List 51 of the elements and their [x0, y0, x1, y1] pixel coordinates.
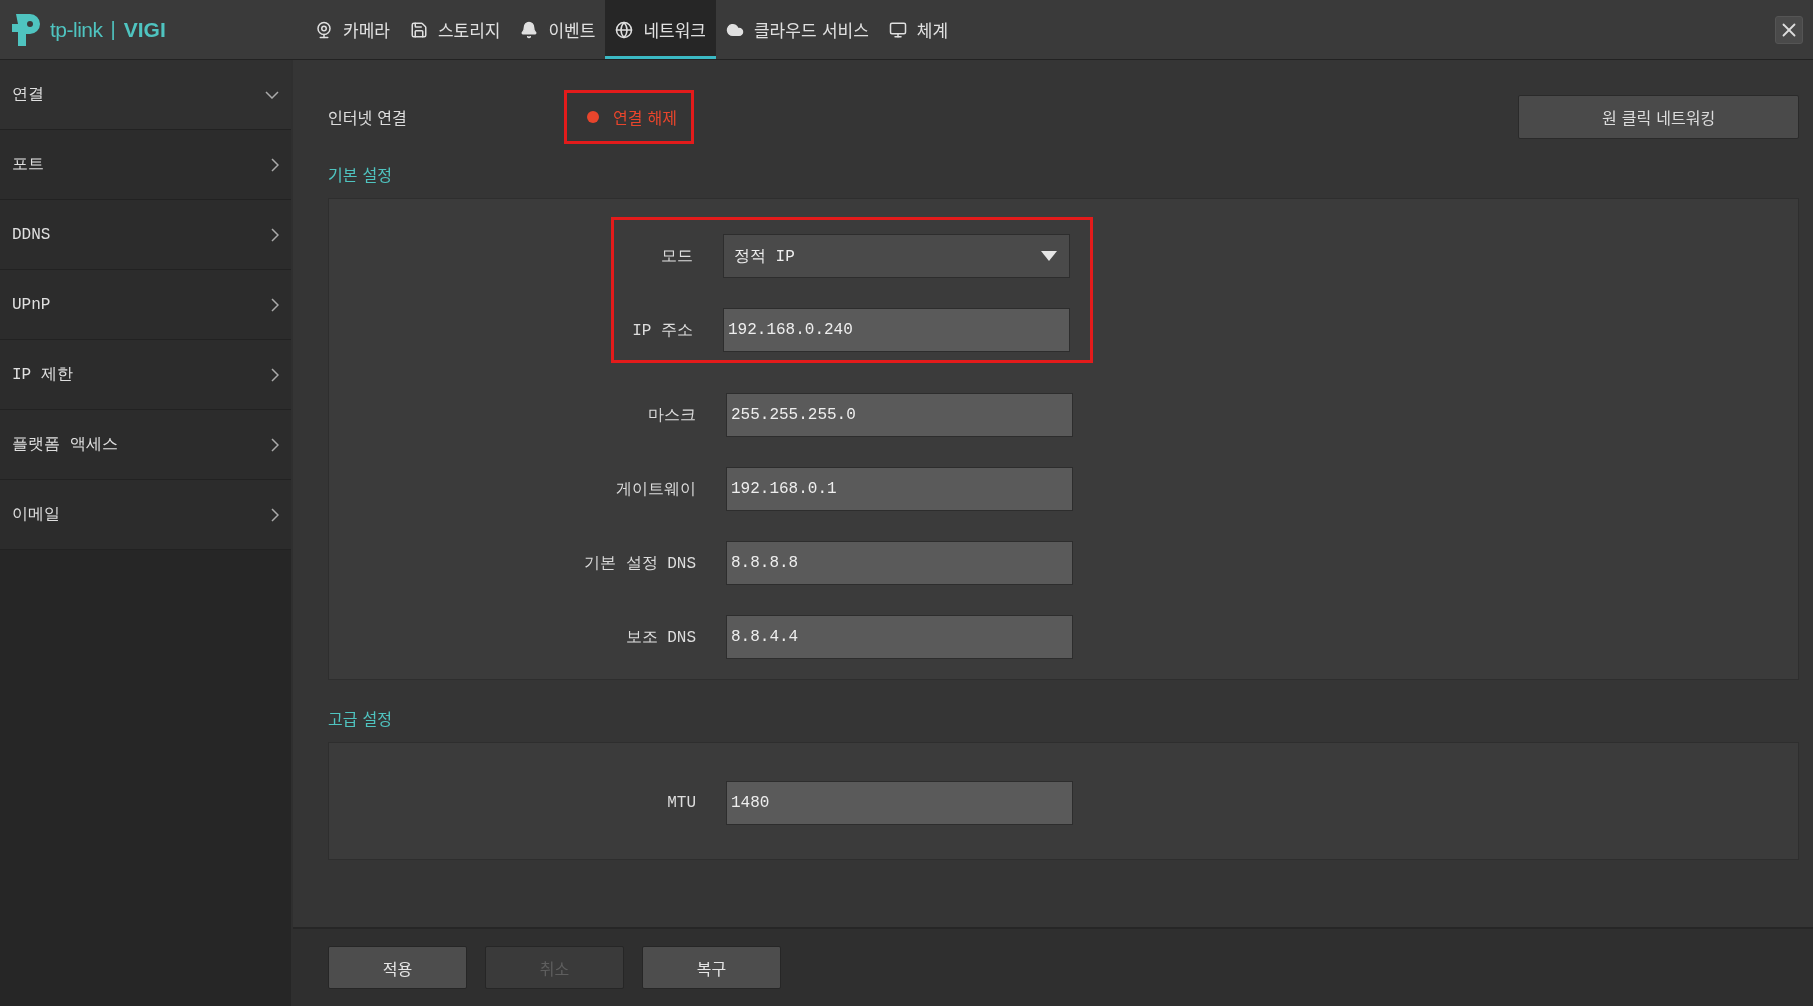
footer-button[interactable]: 적용: [328, 946, 467, 989]
bell-icon: [520, 20, 539, 39]
chevron-right-icon: [271, 157, 279, 172]
sidebar-item[interactable]: 플랫폼 액세스: [0, 410, 291, 480]
nav-tab[interactable]: 카메라: [305, 0, 400, 59]
input-field[interactable]: 8.8.4.4: [726, 615, 1073, 659]
sidebar-item[interactable]: 이메일: [0, 480, 291, 550]
input-field[interactable]: 8.8.8.8: [726, 541, 1073, 585]
section-title: 기본 설정: [328, 165, 393, 186]
footer-button[interactable]: 복구: [642, 946, 781, 989]
internet-connection-label: 인터넷 연결: [328, 108, 408, 129]
sidebar-item[interactable]: DDNS: [0, 200, 291, 270]
field-label: 마스크: [648, 405, 696, 426]
globe-icon: [615, 20, 634, 39]
connection-status: 연결 해제: [613, 108, 677, 129]
monitor-icon: [888, 20, 907, 39]
chevron-right-icon: [271, 297, 279, 312]
section-title: 고급 설정: [328, 709, 393, 730]
nav-tab[interactable]: 네트워크: [605, 0, 716, 59]
sidebar-item[interactable]: UPnP: [0, 270, 291, 340]
chevron-right-icon: [271, 367, 279, 382]
mode-dropdown[interactable]: 정적 IP: [723, 234, 1070, 278]
nav-tab[interactable]: 클라우드 서비스: [715, 0, 879, 59]
logo-divider: |: [110, 18, 116, 41]
close-button[interactable]: [1775, 15, 1803, 44]
brand-name: tp-link: [50, 17, 103, 42]
input-field[interactable]: 192.168.0.1: [726, 467, 1073, 511]
sidebar-item[interactable]: IP 제한: [0, 340, 291, 410]
input-field[interactable]: 255.255.255.0: [726, 393, 1073, 437]
nav-tab[interactable]: 스토리지: [399, 0, 511, 59]
field-label: 보조 DNS: [625, 627, 696, 648]
sidebar-item[interactable]: 포트: [0, 130, 291, 200]
webcam-icon: [315, 20, 333, 39]
field-label: MTU: [667, 794, 696, 812]
field-label: 기본 설정 DNS: [584, 553, 696, 574]
product-name: VIGI: [123, 17, 166, 42]
nav-tab[interactable]: 체계: [878, 0, 959, 59]
logo-icon: [12, 11, 42, 48]
field-label: 모드: [661, 246, 693, 267]
caret-icon: [1041, 251, 1057, 261]
field-label: IP 주소: [632, 320, 693, 341]
one-click-networking-button[interactable]: 원 클릭 네트워킹: [1518, 95, 1799, 139]
input-field[interactable]: 192.168.0.240: [723, 308, 1070, 352]
chevron-right-icon: [271, 227, 279, 242]
input-field[interactable]: 1480: [726, 781, 1073, 825]
nav-tab[interactable]: 이벤트: [510, 0, 606, 59]
chevron-right-icon: [271, 507, 279, 522]
sidebar-item[interactable]: 연결: [0, 60, 291, 130]
field-label: 게이트웨이: [616, 479, 696, 500]
chevron-right-icon: [271, 437, 279, 452]
chevron-down-icon: [265, 90, 279, 99]
